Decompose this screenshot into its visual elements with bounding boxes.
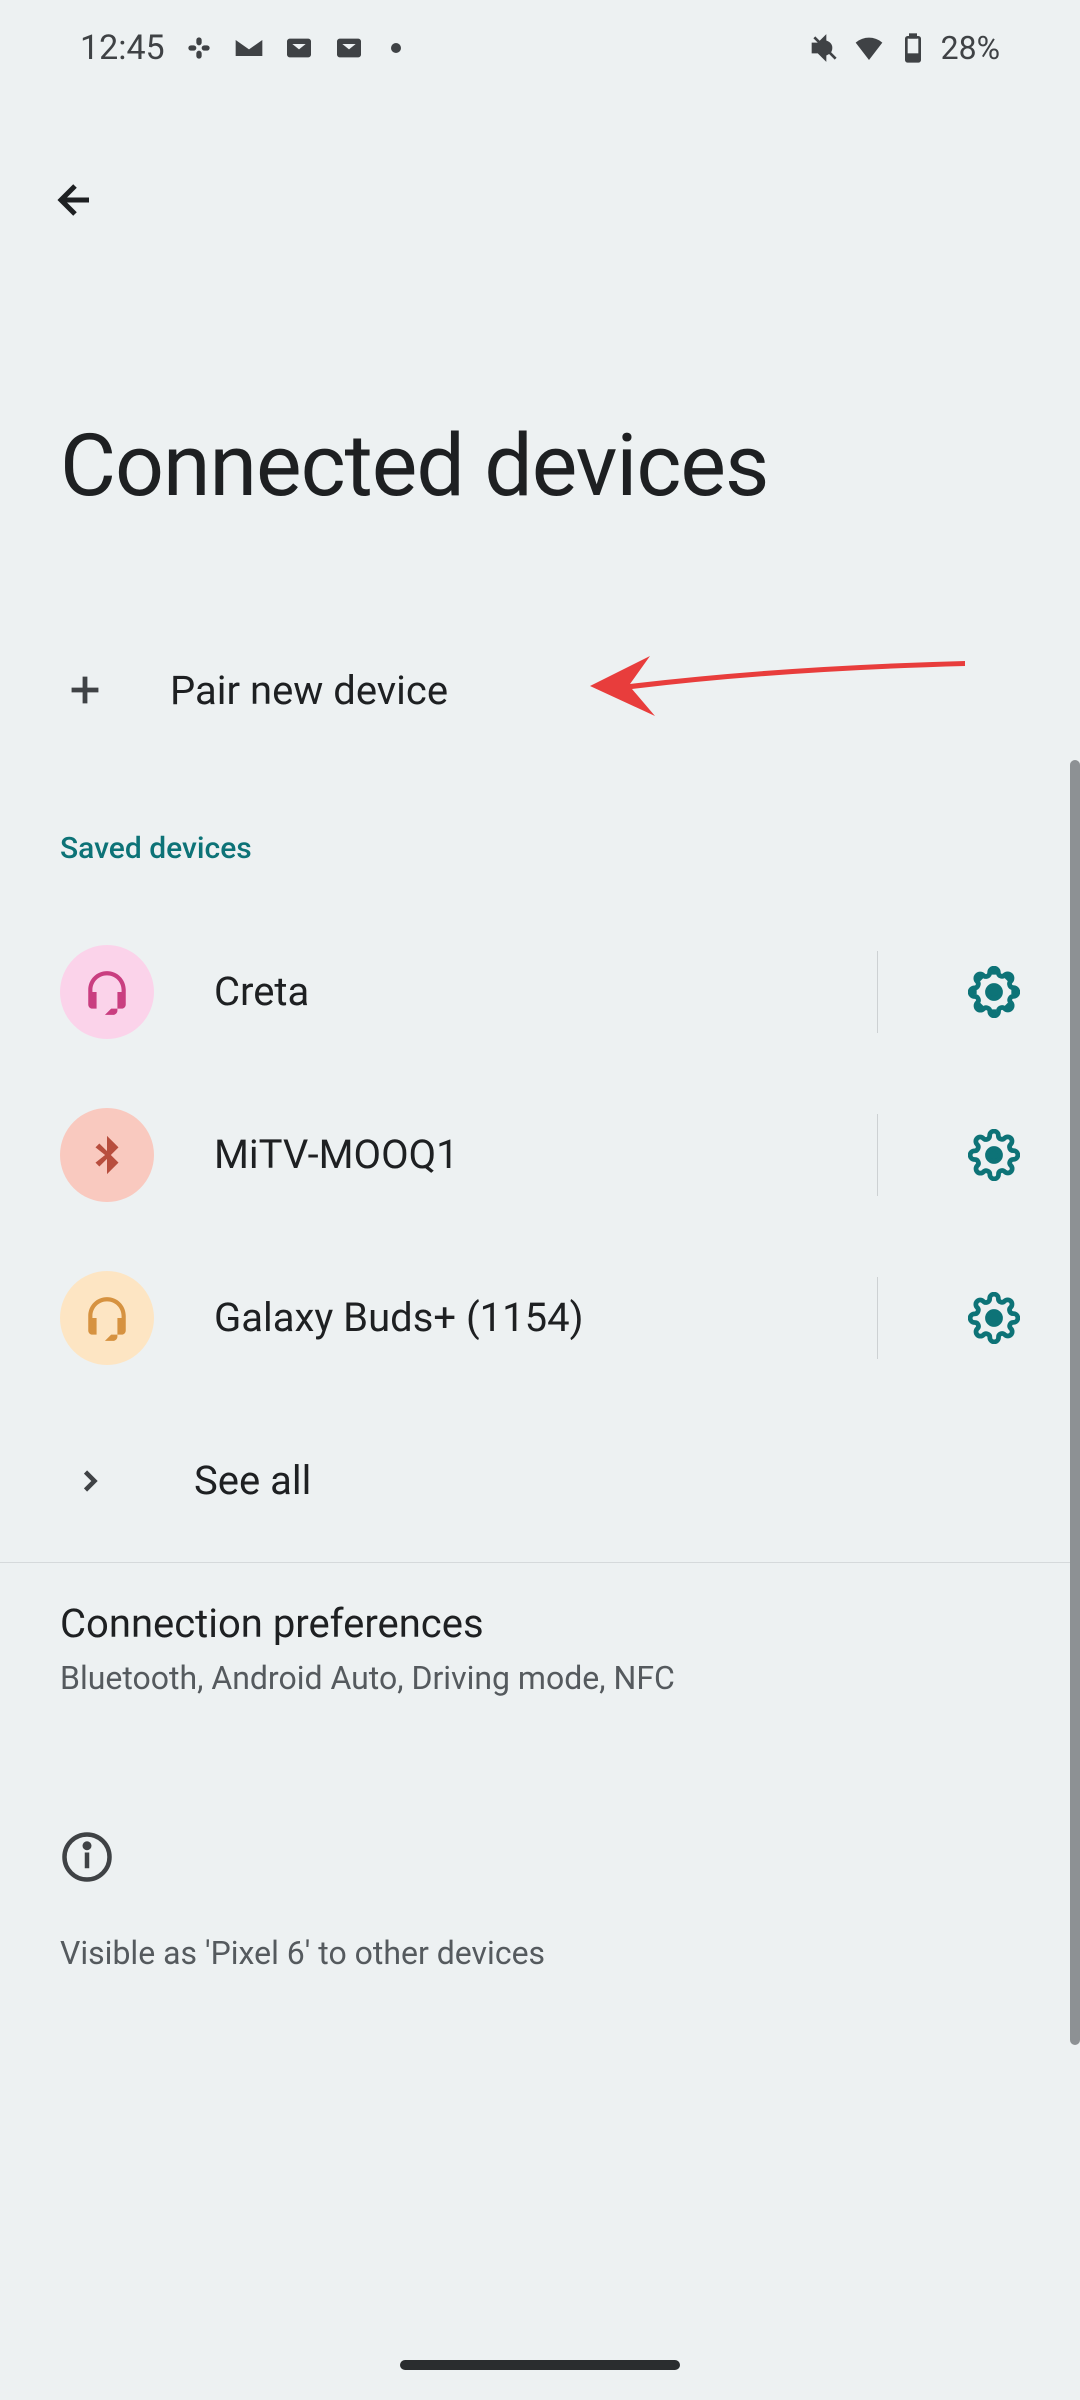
headset-icon — [60, 1271, 154, 1365]
device-name: Creta — [214, 968, 817, 1015]
pair-new-device-button[interactable]: Pair new device — [60, 640, 1020, 740]
info-section: Visible as 'Pixel 6' to other devices — [60, 1830, 1020, 1972]
see-all-label: See all — [194, 1457, 311, 1504]
navigation-bar[interactable] — [400, 2360, 680, 2370]
mute-icon — [809, 32, 841, 64]
scrollbar[interactable] — [1070, 760, 1080, 2045]
saved-devices-header: Saved devices — [60, 831, 252, 866]
info-icon — [60, 1830, 114, 1884]
battery-icon — [897, 32, 929, 64]
outlook-icon-1 — [283, 32, 315, 64]
headset-icon — [60, 945, 154, 1039]
connection-preferences-button[interactable]: Connection preferences Bluetooth, Androi… — [60, 1600, 1020, 1697]
time-label: 12:45 — [80, 28, 165, 68]
connection-title: Connection preferences — [60, 1600, 1020, 1647]
outlook-icon-2 — [333, 32, 365, 64]
mail-icon — [233, 32, 265, 64]
device-list: Creta MiTV-MOOQ1 — [0, 910, 1080, 1563]
plus-icon — [60, 665, 110, 715]
more-icon — [391, 43, 401, 53]
wifi-icon — [853, 32, 885, 64]
visibility-text: Visible as 'Pixel 6' to other devices — [60, 1934, 1020, 1972]
status-right: 28% — [809, 29, 1000, 67]
device-row-creta[interactable]: Creta — [0, 910, 1080, 1073]
gear-icon[interactable] — [968, 1292, 1020, 1344]
connection-subtitle: Bluetooth, Android Auto, Driving mode, N… — [60, 1659, 1020, 1697]
device-row-mitv[interactable]: MiTV-MOOQ1 — [0, 1073, 1080, 1236]
divider-line — [0, 1562, 1080, 1563]
status-left: 12:45 — [80, 28, 401, 68]
slack-icon — [183, 32, 215, 64]
divider — [877, 1114, 878, 1196]
arrow-left-icon — [51, 176, 99, 224]
see-all-button[interactable]: See all — [0, 1399, 1080, 1562]
chevron-right-icon — [70, 1461, 110, 1501]
divider — [877, 951, 878, 1033]
device-name: Galaxy Buds+ (1154) — [214, 1294, 817, 1341]
page-title: Connected devices — [60, 415, 768, 516]
device-name: MiTV-MOOQ1 — [214, 1131, 817, 1178]
battery-percent: 28% — [941, 29, 1000, 67]
divider — [877, 1277, 878, 1359]
gear-icon[interactable] — [968, 1129, 1020, 1181]
device-row-galaxy-buds[interactable]: Galaxy Buds+ (1154) — [0, 1236, 1080, 1399]
pair-label: Pair new device — [170, 667, 448, 714]
bluetooth-icon — [60, 1108, 154, 1202]
status-bar: 12:45 28% — [0, 0, 1080, 95]
gear-icon[interactable] — [968, 966, 1020, 1018]
back-button[interactable] — [40, 165, 110, 235]
